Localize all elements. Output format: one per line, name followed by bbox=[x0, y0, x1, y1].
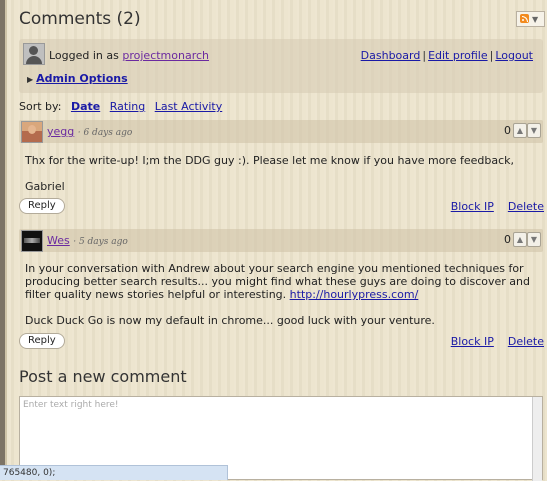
admin-options-toggle[interactable]: ▶ Admin Options bbox=[27, 72, 128, 85]
thumbs-down-icon[interactable]: ▼ bbox=[527, 232, 541, 247]
logout-link[interactable]: Logout bbox=[495, 49, 533, 62]
comment-line: Gabriel bbox=[25, 180, 65, 193]
comment-meta: yegg · 6 days ago bbox=[47, 125, 132, 138]
comment-score: 0 bbox=[504, 233, 511, 246]
comment-body: In your conversation with Andrew about y… bbox=[25, 262, 535, 327]
comment-header: yegg · 6 days ago 0 ▲ ▼ bbox=[19, 120, 543, 143]
sort-label: Sort by: bbox=[19, 100, 62, 113]
post-comment-heading: Post a new comment bbox=[19, 367, 187, 386]
delete-link[interactable]: Delete bbox=[508, 200, 544, 213]
comment-time: · 6 days ago bbox=[77, 128, 133, 138]
comment-author-link[interactable]: yegg bbox=[47, 125, 74, 138]
logged-in-text: Logged in as projectmonarch bbox=[49, 49, 209, 62]
window-left-edge-highlight bbox=[5, 0, 7, 480]
comment-paragraph: In your conversation with Andrew about y… bbox=[25, 262, 535, 301]
edit-profile-link[interactable]: Edit profile bbox=[428, 49, 488, 62]
block-ip-link[interactable]: Block IP bbox=[451, 335, 494, 348]
textarea-placeholder: Enter text right here! bbox=[23, 400, 119, 410]
block-ip-link[interactable]: Block IP bbox=[451, 200, 494, 213]
admin-options-link[interactable]: Admin Options bbox=[36, 72, 127, 85]
sort-last-activity-link[interactable]: Last Activity bbox=[155, 100, 223, 113]
sort-rating-link[interactable]: Rating bbox=[110, 100, 145, 113]
thumbs-up-icon[interactable]: ▲ bbox=[513, 123, 527, 138]
user-panel: Logged in as projectmonarch Dashboard | Ed… bbox=[19, 39, 543, 93]
comment-text: In your conversation with Andrew about y… bbox=[25, 262, 531, 301]
delete-link[interactable]: Delete bbox=[508, 335, 544, 348]
comment-body: Thx for the write-up! I;m the DDG guy :)… bbox=[25, 154, 535, 193]
comment-actions: Block IP Delete bbox=[437, 335, 544, 348]
expand-triangle-icon: ▶ bbox=[27, 75, 34, 84]
logged-in-label: Logged in as bbox=[49, 49, 119, 62]
comment-author-link[interactable]: Wes bbox=[47, 234, 70, 247]
avatar bbox=[21, 230, 43, 252]
user-links: Dashboard | Edit profile | Logout bbox=[361, 49, 533, 62]
comment-actions: Block IP Delete bbox=[437, 200, 544, 213]
sort-date-link[interactable]: Date bbox=[71, 100, 100, 113]
comment-paragraph: Duck Duck Go is now my default in chrome… bbox=[25, 314, 435, 327]
comment-link[interactable]: http://hourlypress.com/ bbox=[290, 288, 419, 301]
avatar bbox=[23, 43, 45, 65]
separator: | bbox=[422, 49, 427, 62]
username-link[interactable]: projectmonarch bbox=[122, 49, 209, 62]
comment-line: Thx for the write-up! I;m the DDG guy :)… bbox=[25, 154, 514, 167]
comment-time: · 5 days ago bbox=[73, 237, 128, 247]
rss-feed-button[interactable]: ▼ bbox=[516, 11, 545, 27]
sort-bar: Sort by: Date Rating Last Activity bbox=[19, 100, 222, 113]
comment-header: Wes · 5 days ago 0 ▲ ▼ bbox=[19, 229, 543, 252]
comments-title: Comments (2) bbox=[19, 9, 141, 29]
rss-feed-icon bbox=[520, 14, 529, 23]
reply-button[interactable]: Reply bbox=[19, 333, 65, 349]
comment-score: 0 bbox=[504, 124, 511, 137]
comment-meta: Wes · 5 days ago bbox=[47, 234, 128, 247]
textarea-scrollbar[interactable] bbox=[532, 397, 542, 481]
status-bar: 765480, 0); bbox=[0, 465, 228, 480]
dashboard-link[interactable]: Dashboard bbox=[361, 49, 421, 62]
thumbs-up-icon[interactable]: ▲ bbox=[513, 232, 527, 247]
avatar bbox=[21, 121, 43, 143]
reply-button[interactable]: Reply bbox=[19, 198, 65, 214]
thumbs-down-icon[interactable]: ▼ bbox=[527, 123, 541, 138]
chevron-down-icon: ▼ bbox=[532, 15, 539, 24]
